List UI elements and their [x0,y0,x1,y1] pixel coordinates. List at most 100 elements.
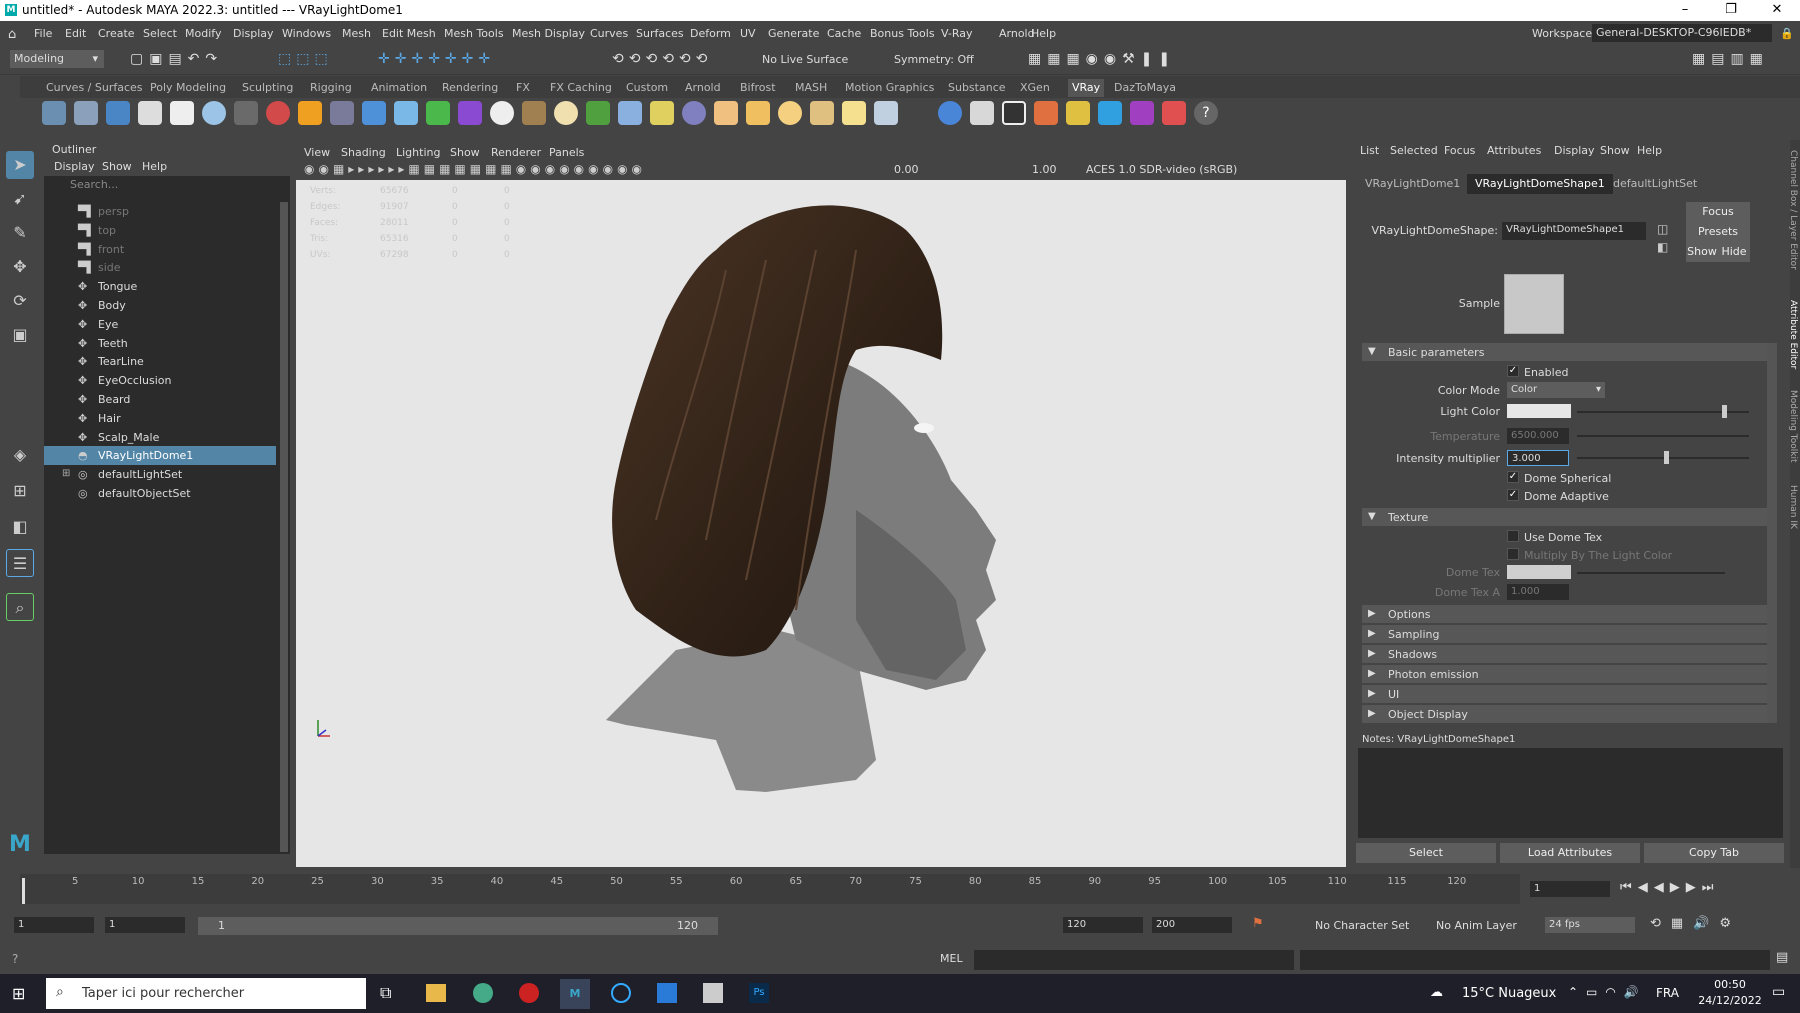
outliner-menu-display[interactable]: Display [54,160,95,173]
shelf-tab-sculpting[interactable]: Sculpting [242,81,293,94]
menu-deform[interactable]: Deform [690,27,731,40]
photos-icon[interactable] [657,983,677,1003]
section-object-display[interactable]: ▶ Object Display [1362,705,1767,723]
side-tab-channel-box[interactable]: Channel Box / Layer Editor [1788,150,1798,270]
vray-ipr-icon[interactable] [74,101,98,125]
vray-flag-icon[interactable] [970,101,994,125]
shelf-tab-fx[interactable]: FX [516,81,530,94]
far-clip-field[interactable]: 1.00 [1032,163,1057,176]
vray-dome-light-icon[interactable] [714,101,738,125]
outliner-item[interactable]: ✥ Body [44,296,276,315]
vray-aerial-icon[interactable] [682,101,706,125]
vray-fur-icon[interactable] [394,101,418,125]
ae-menu-display[interactable]: Display [1554,144,1595,157]
shelf-tab-curves-surfaces[interactable]: Curves / Surfaces [46,81,143,94]
side-tab-human-ik[interactable]: Human IK [1788,485,1798,529]
outliner-item[interactable]: ✥ Scalp_Male [44,428,276,447]
outliner-item[interactable]: ▀▌ front [44,240,276,259]
playback-option-icons[interactable]: ⟲▦🔊⚙ [1650,916,1741,931]
outliner-item[interactable]: ▀▌ persp [44,202,276,221]
hide-button[interactable]: Hide [1718,242,1750,262]
vray-grass-icon[interactable] [586,101,610,125]
vray-camera-icon[interactable] [234,101,258,125]
vray-render-icon[interactable] [42,101,66,125]
task-view-icon[interactable]: ⧉ [380,983,391,1003]
enabled-checkbox[interactable]: ✓ [1507,365,1519,377]
vray-plane-icon[interactable] [426,101,450,125]
outliner-search-input[interactable]: Search... [66,178,280,194]
chrome-icon[interactable] [473,983,493,1003]
app-c-icon[interactable] [611,983,631,1003]
menu-select[interactable]: Select [143,27,177,40]
restore-button[interactable]: ❐ [1708,2,1754,17]
workspace-select[interactable]: General-DESKTOP-C96IEDB* [1592,24,1772,42]
section-photon-emission[interactable]: ▶ Photon emission [1362,665,1767,683]
tab-vraylightdomeshape1[interactable]: VRayLightDomeShape1 [1467,174,1613,194]
side-tab-attribute-editor[interactable]: Attribute Editor [1788,300,1798,369]
outliner-menu-show[interactable]: Show [102,160,132,173]
start-frame-field[interactable]: 1 [14,917,94,933]
shelf-tab-substance[interactable]: Substance [948,81,1006,94]
outliner-item[interactable]: ⊞ ◎ defaultLightSet [44,465,276,484]
menu-modify[interactable]: Modify [185,27,221,40]
vray-cloud-icon[interactable] [1098,101,1122,125]
component-mode-icons[interactable]: ✛✛✛✛✛✛✛ [378,51,495,67]
outliner-item[interactable]: ▀▌ side [44,258,276,277]
symmetry-select[interactable]: Symmetry: Off [894,53,974,66]
shelf-tab-custom[interactable]: Custom [626,81,668,94]
outliner-item[interactable]: ✥ Tongue [44,277,276,296]
menu-mesh[interactable]: Mesh [342,27,371,40]
shelf-tab-arnold[interactable]: Arnold [685,81,721,94]
end-frame-field[interactable]: 200 [1152,917,1232,933]
menu-generate[interactable]: Generate [768,27,819,40]
section-options[interactable]: ▶ Options [1362,605,1767,623]
menu-windows[interactable]: Windows [282,27,331,40]
fps-select[interactable]: 24 fps [1545,917,1635,933]
shelf-tab-poly-modeling[interactable]: Poly Modeling [150,81,226,94]
command-input[interactable] [974,950,1294,970]
lock-icon[interactable]: 🔒 [1780,27,1794,40]
viewport-tool-icons[interactable]: ◉◉▦▸▸▸▸▸▸▦▦▦▦▦▦▦◉◉◉◉◉◉◉◉◉ [304,162,646,176]
outliner-menu-help[interactable]: Help [142,160,167,173]
taskbar-search[interactable]: ⌕ Taper ici pour rechercher [46,978,366,1009]
ae-menu-show[interactable]: Show [1600,144,1630,157]
viewport-menu-show[interactable]: Show [450,146,480,159]
playback-controls[interactable]: ⏮◀◀▶▶⏭ [1620,880,1719,895]
intensity-field[interactable]: 3.000 [1507,450,1569,466]
vray-rope-icon[interactable] [650,101,674,125]
windows-start-icon[interactable]: ⊞ [12,984,25,1003]
vray-bulb-icon[interactable] [1066,101,1090,125]
layout-single-icon[interactable]: ◈ [6,441,34,469]
presets-button[interactable]: Presets [1686,222,1750,242]
output-connection-icon[interactable]: ◧ [1657,240,1668,254]
shelf-tab-mash[interactable]: MASH [795,81,827,94]
weather-text[interactable]: 15°C Nuageux [1462,986,1556,1001]
shelf-tab-rigging[interactable]: Rigging [310,81,352,94]
outliner-item[interactable]: ▀▌ top [44,221,276,240]
clock-time[interactable]: 00:50 [1700,978,1760,991]
paint-select-icon[interactable]: ✎ [6,219,34,247]
vray-snow-icon[interactable] [618,101,642,125]
menu-arnold[interactable]: Arnold [999,27,1035,40]
vray-sphere-light-icon[interactable] [778,101,802,125]
clock-date[interactable]: 24/12/2022 [1690,994,1770,1007]
layout-four-icon[interactable]: ⊞ [6,477,34,505]
render-icons[interactable]: ▦▦▦◉◉⚒❚❚ [1028,51,1176,67]
menu-vray[interactable]: V-Ray [941,27,973,40]
opera-icon[interactable] [519,983,539,1003]
select-button[interactable]: Select [1356,843,1496,863]
vray-checker-icon[interactable] [1002,101,1026,125]
shelf-tab-bifrost[interactable]: Bifrost [740,81,776,94]
panel-layout-icons[interactable]: ▦▤▥▦ [1692,51,1769,67]
selection-mask-icons[interactable]: ⬚⬚⬚ [278,51,333,67]
ae-menu-help[interactable]: Help [1637,144,1662,157]
vray-decal-icon[interactable] [458,101,482,125]
shelf-tab-rendering[interactable]: Rendering [442,81,498,94]
vray-material-icon[interactable] [266,101,290,125]
viewport-menu-lighting[interactable]: Lighting [396,146,440,159]
vray-vfb-icon[interactable] [106,101,130,125]
layout-two-icon[interactable]: ◧ [6,513,34,541]
photoshop-icon[interactable]: Ps [749,983,769,1003]
menu-uv[interactable]: UV [740,27,756,40]
load-attributes-button[interactable]: Load Attributes [1500,843,1640,863]
